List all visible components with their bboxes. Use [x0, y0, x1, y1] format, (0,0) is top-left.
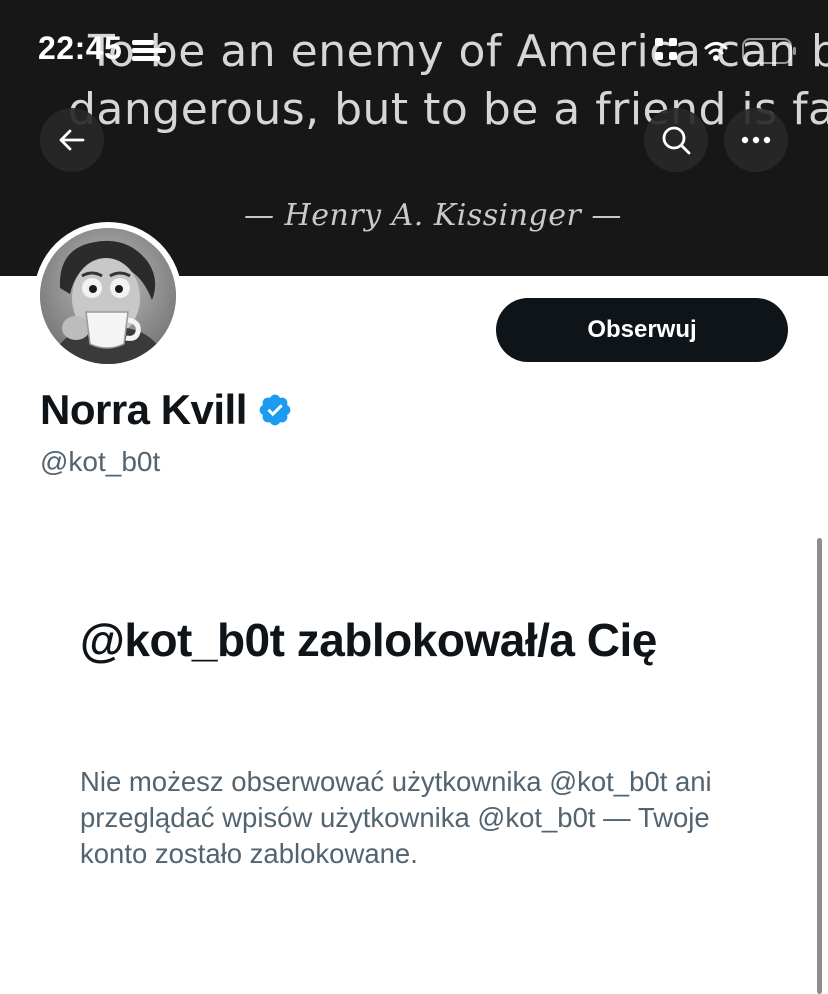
follow-button[interactable]: Obserwuj: [496, 298, 788, 362]
battery-icon: [742, 38, 796, 64]
wifi-icon: [704, 40, 728, 62]
more-options-button[interactable]: [724, 108, 788, 172]
search-button[interactable]: [644, 108, 708, 172]
avatar-photo: [40, 228, 176, 364]
banner-quote-line-2: dangerous, but to be a friend is fatal: [68, 84, 828, 135]
cellular-signal-icon: [655, 38, 699, 62]
arrow-left-icon: [59, 129, 85, 151]
status-time: 22:45: [38, 30, 123, 66]
scrollbar[interactable]: [817, 538, 822, 994]
display-name-row: Norra Kvill: [40, 386, 293, 434]
more-horizontal-icon: [741, 136, 771, 144]
avatar[interactable]: [34, 222, 182, 370]
back-button[interactable]: [40, 108, 104, 172]
verified-badge-icon[interactable]: [257, 392, 293, 428]
blocked-description: Nie możesz obserwować użytkownika @kot_b…: [80, 766, 712, 869]
profile-handle: @kot_b0t: [40, 446, 161, 477]
display-name: Norra Kvill: [40, 386, 247, 433]
status-bar: 22:45: [0, 0, 828, 90]
screen-recording-icon: [132, 40, 166, 61]
blocked-title: @kot_b0t zablokował/a Cię: [80, 614, 657, 666]
banner-quote-author: — Henry A. Kissinger —: [244, 198, 622, 233]
search-icon: [662, 126, 691, 155]
